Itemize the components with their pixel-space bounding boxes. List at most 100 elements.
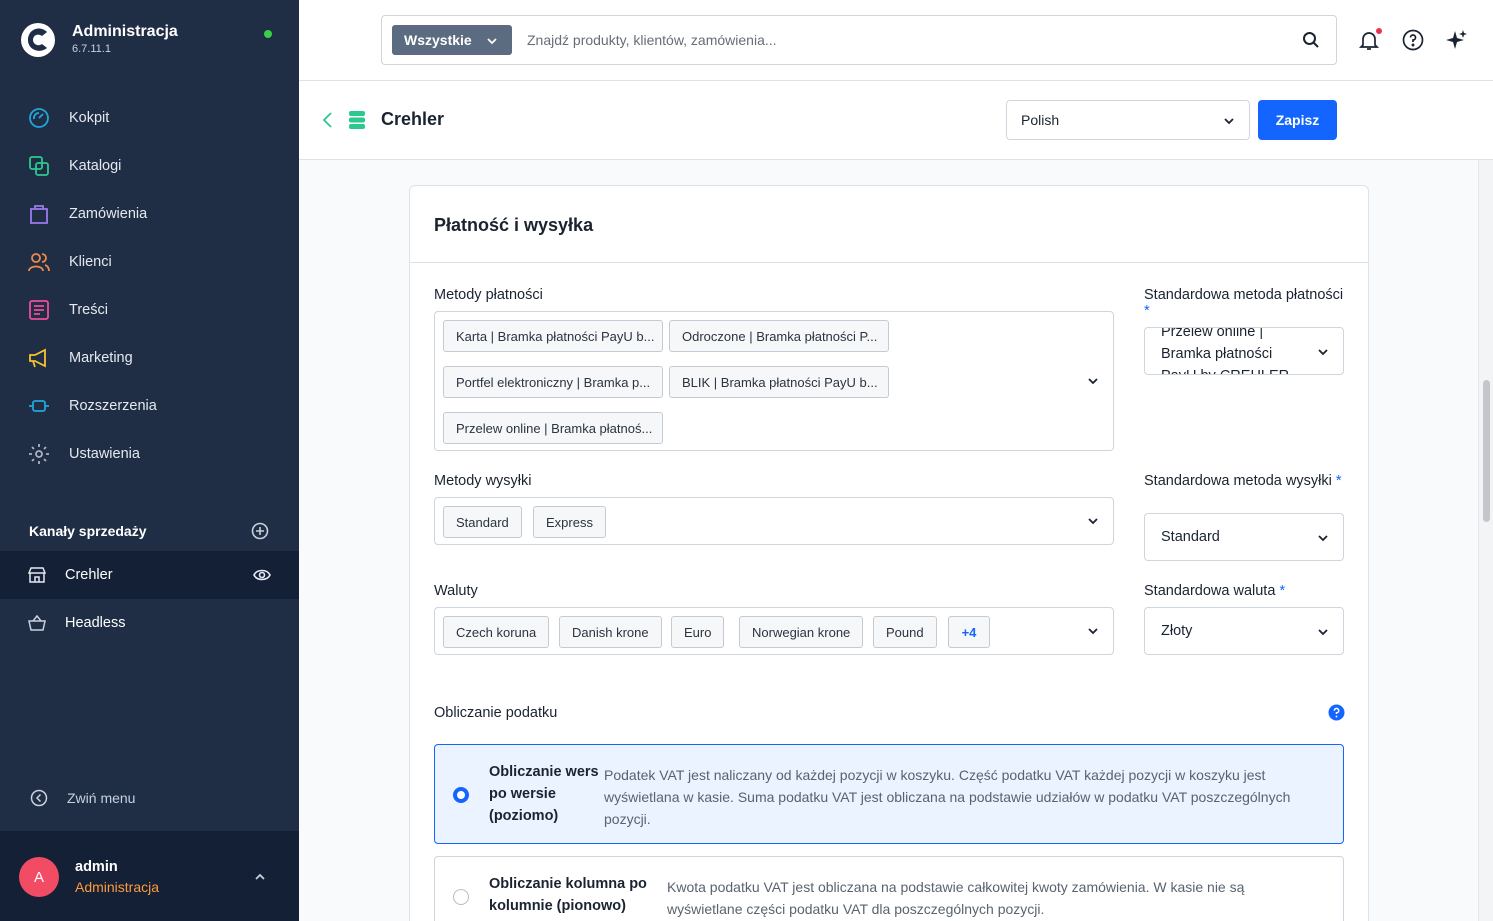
catalog-icon <box>29 156 49 176</box>
collapse-menu-label: Zwiń menu <box>67 790 136 806</box>
chevron-down-icon <box>1318 349 1328 356</box>
currency-tag[interactable]: Danish krone <box>559 616 662 648</box>
shipping-methods-label: Metody wysyłki <box>434 473 532 489</box>
nav-item-marketing[interactable]: Marketing <box>0 334 299 382</box>
search-icon[interactable] <box>1302 31 1320 49</box>
main-nav: Kokpit Katalogi Zamówienia Klienci Treśc… <box>0 94 299 478</box>
search-type-label: Wszystkie <box>404 32 472 48</box>
chevron-down-icon <box>1088 518 1098 525</box>
sales-channels-header: Kanały sprzedaży <box>29 519 269 543</box>
nav-item-kokpit[interactable]: Kokpit <box>0 94 299 142</box>
radio-button[interactable] <box>453 787 469 803</box>
search-input[interactable] <box>527 29 1227 51</box>
tax-option-description: Podatek VAT jest naliczany od każdej poz… <box>604 767 1291 827</box>
add-channel-icon[interactable] <box>251 522 269 540</box>
currencies-select[interactable]: Czech koruna Danish krone Euro Norwegian… <box>434 607 1114 655</box>
currency-tag[interactable]: Czech koruna <box>443 616 550 648</box>
default-payment-select[interactable]: Przelew online | Bramka płatności PayU b… <box>1144 327 1344 375</box>
default-currency-select[interactable]: Złoty <box>1144 607 1344 655</box>
basket-icon <box>28 614 46 631</box>
tax-option-vertical[interactable]: Obliczanie kolumna po kolumnie (pionowo)… <box>434 856 1344 921</box>
channel-label: Headless <box>65 615 126 631</box>
card-title: Płatność i wysyłka <box>434 215 594 235</box>
chevron-down-icon <box>487 38 497 45</box>
payment-shipping-card: Płatność i wysyłka Metody płatności Kart… <box>409 185 1369 921</box>
more-currencies-tag[interactable]: +4 <box>948 616 990 648</box>
tax-option-title: Obliczanie kolumna po kolumnie (pionowo) <box>489 876 647 914</box>
default-shipping-value: Standard <box>1161 529 1220 545</box>
collapse-arrow-icon <box>30 789 48 807</box>
gauge-icon <box>29 108 49 128</box>
save-button[interactable]: Zapisz <box>1258 100 1337 140</box>
payment-tag[interactable]: BLIK | Bramka płatności PayU b... <box>669 366 889 398</box>
page-header: Crehler Polish Zapisz <box>299 81 1493 160</box>
nav-label: Rozszerzenia <box>69 398 157 414</box>
default-currency-value: Złoty <box>1161 623 1193 639</box>
payment-methods-select[interactable]: Karta | Bramka płatności PayU b... Odroc… <box>434 311 1114 451</box>
chevron-up-icon[interactable] <box>253 870 267 884</box>
tax-option-title: Obliczanie wers po wersie (poziomo) <box>489 764 599 824</box>
currency-tag[interactable]: Pound <box>873 616 937 648</box>
tax-calculation-label: Obliczanie podatku <box>434 705 558 721</box>
payment-tag[interactable]: Karta | Bramka płatności PayU b... <box>443 320 663 352</box>
payment-tag[interactable]: Przelew online | Bramka płatnoś... <box>443 412 663 444</box>
plugin-icon <box>29 400 49 412</box>
sales-channels-label: Kanały sprzedaży <box>29 523 147 539</box>
currency-tag[interactable]: Euro <box>671 616 725 648</box>
help-icon[interactable] <box>1328 704 1345 721</box>
radio-button[interactable] <box>453 889 469 905</box>
users-icon <box>28 253 50 272</box>
nav-item-katalogi[interactable]: Katalogi <box>0 142 299 190</box>
payment-methods-label: Metody płatności <box>434 287 543 303</box>
nav-label: Klienci <box>69 254 112 270</box>
user-menu[interactable]: A admin Administracja <box>0 831 299 921</box>
payment-tag[interactable]: Odroczone | Bramka płatności P... <box>669 320 889 352</box>
nav-item-tresci[interactable]: Treści <box>0 286 299 334</box>
shipping-methods-select[interactable]: Standard Express <box>434 497 1114 545</box>
shipping-tag[interactable]: Standard <box>443 506 522 538</box>
app-version: 6.7.11.1 <box>72 43 111 55</box>
nav-item-ustawienia[interactable]: Ustawienia <box>0 430 299 478</box>
nav-item-klienci[interactable]: Klienci <box>0 238 299 286</box>
channel-label: Crehler <box>65 567 113 583</box>
default-currency-label: Standardowa waluta * <box>1144 583 1285 599</box>
page-title: Crehler <box>381 109 445 129</box>
brand[interactable]: Administracja 6.7.11.1 <box>20 22 178 58</box>
nav-label: Treści <box>69 302 108 318</box>
notification-badge <box>1376 28 1382 34</box>
sidebar: Administracja 6.7.11.1 Kokpit Katalogi Z… <box>0 0 299 921</box>
storefront-icon <box>28 567 46 583</box>
sparkles-icon[interactable] <box>1445 28 1469 52</box>
nav-label: Kokpit <box>69 110 110 126</box>
search-bar: Wszystkie <box>381 15 1337 65</box>
eye-icon[interactable] <box>253 566 271 584</box>
default-shipping-label: Standardowa metoda wysyłki * <box>1144 473 1349 489</box>
user-name: admin <box>75 859 118 875</box>
nav-label: Ustawienia <box>69 446 140 462</box>
app-title: Administracja <box>72 23 178 40</box>
help-circle-icon[interactable] <box>1401 28 1425 52</box>
back-arrow-icon[interactable] <box>321 111 333 129</box>
search-type-select[interactable]: Wszystkie <box>392 25 512 55</box>
language-value: Polish <box>1021 112 1060 128</box>
nav-item-rozszerzenia[interactable]: Rozszerzenia <box>0 382 299 430</box>
nav-label: Katalogi <box>69 158 122 174</box>
tax-option-horizontal[interactable]: Obliczanie wers po wersie (poziomo) Poda… <box>434 744 1344 844</box>
default-shipping-label-text: Standardowa metoda wysyłki <box>1144 473 1332 489</box>
chevron-down-icon <box>1224 118 1234 125</box>
collapse-menu-button[interactable]: Zwiń menu <box>30 789 135 807</box>
required-marker: * <box>1279 583 1286 599</box>
language-select[interactable]: Polish <box>1006 100 1250 140</box>
nav-item-zamowienia[interactable]: Zamówienia <box>0 190 299 238</box>
required-marker: * <box>1335 473 1342 489</box>
storefront-stack-icon <box>349 111 365 129</box>
shipping-tag[interactable]: Express <box>533 506 606 538</box>
channel-item-crehler[interactable]: Crehler <box>0 551 299 599</box>
channel-item-headless[interactable]: Headless <box>0 599 299 647</box>
scrollbar-thumb[interactable] <box>1483 380 1490 522</box>
currency-tag[interactable]: Norwegian krone <box>739 616 864 648</box>
default-shipping-select[interactable]: Standard <box>1144 513 1344 561</box>
avatar: A <box>19 857 59 897</box>
payment-tag[interactable]: Portfel elektroniczny | Bramka p... <box>443 366 663 398</box>
scrollbar-track[interactable] <box>1478 160 1493 921</box>
